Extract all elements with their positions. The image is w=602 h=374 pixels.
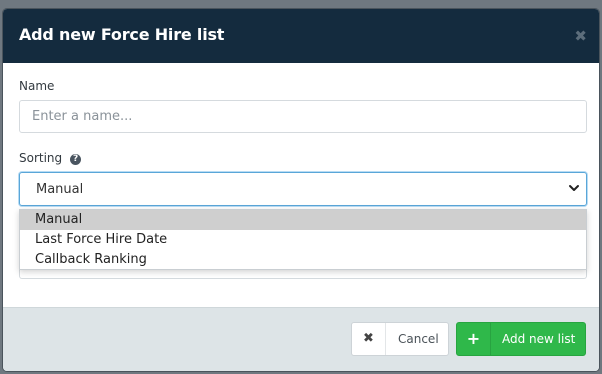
- modal-title: Add new Force Hire list: [19, 25, 225, 44]
- sorting-dropdown-list: Manual Last Force Hire Date Callback Ran…: [19, 209, 587, 270]
- question-circle-icon[interactable]: ?: [70, 154, 82, 165]
- cancel-button[interactable]: ✖ Cancel: [351, 322, 449, 356]
- name-label: Name: [19, 79, 55, 93]
- add-new-list-label: Add new list: [502, 332, 576, 346]
- sorting-label-row: Sorting?: [19, 151, 82, 165]
- close-icon[interactable]: ✖: [574, 26, 587, 46]
- sorting-selected-value: Manual: [36, 182, 84, 197]
- sorting-option-callback-ranking[interactable]: Callback Ranking: [20, 250, 586, 270]
- chevron-down-icon: [569, 185, 579, 191]
- plus-icon: +: [457, 323, 491, 355]
- modal-footer: ✖ Cancel + Add new list: [3, 307, 599, 371]
- name-input[interactable]: [19, 100, 587, 133]
- sorting-select[interactable]: Manual: [19, 172, 587, 206]
- cancel-button-label: Cancel: [398, 332, 439, 346]
- sorting-label: Sorting: [19, 151, 63, 165]
- modal-header: Add new Force Hire list ✖: [3, 9, 599, 63]
- sorting-option-last-force-hire-date[interactable]: Last Force Hire Date: [20, 230, 586, 250]
- add-force-hire-list-modal: Add new Force Hire list ✖ Name Sorting? …: [2, 8, 600, 372]
- sorting-option-manual[interactable]: Manual: [20, 210, 586, 230]
- add-new-list-button[interactable]: + Add new list: [456, 322, 586, 356]
- close-icon: ✖: [352, 323, 386, 355]
- modal-body: Name Sorting? Manual Manual Last Force H…: [3, 63, 599, 309]
